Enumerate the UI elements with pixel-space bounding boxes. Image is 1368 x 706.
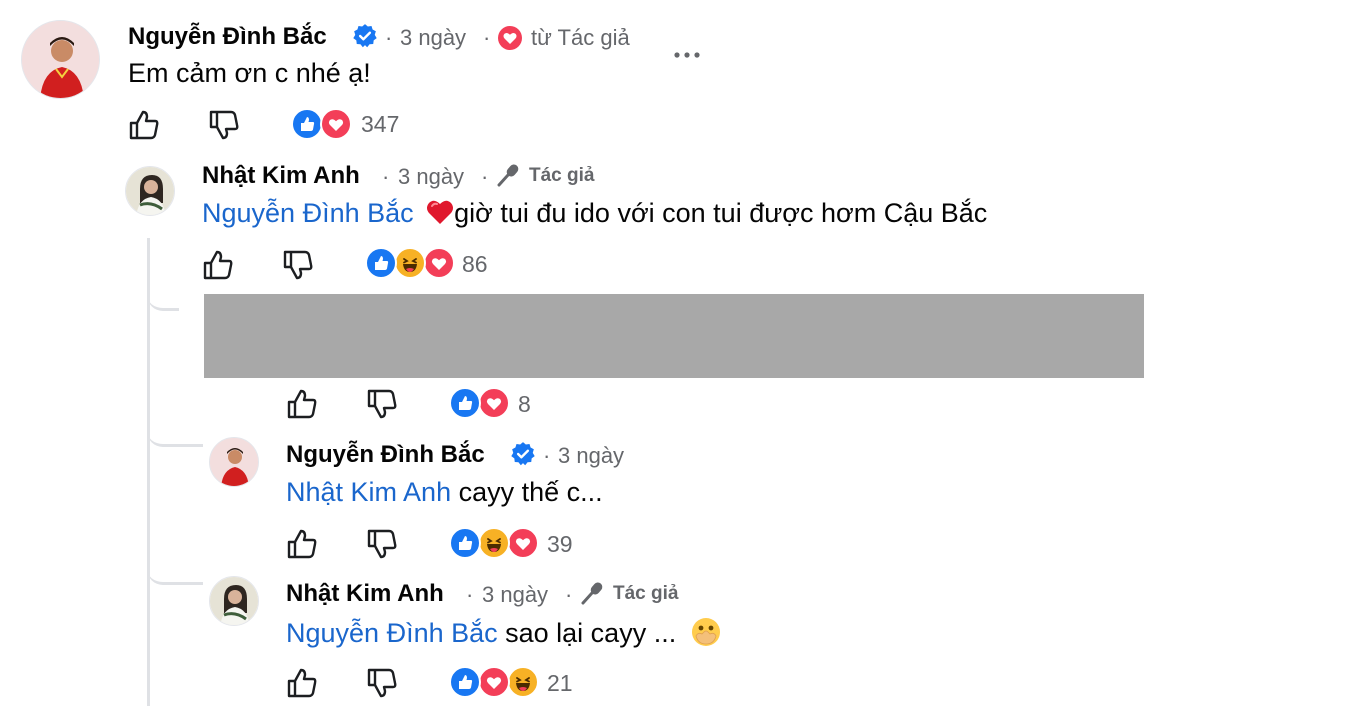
comment-time[interactable]: 3 ngày <box>400 25 466 51</box>
avatar[interactable] <box>209 576 259 626</box>
avatar[interactable] <box>209 437 259 487</box>
thumbs-up-icon[interactable] <box>285 666 319 700</box>
thumbs-up-icon[interactable] <box>285 387 319 421</box>
haha-reaction-icon <box>394 247 426 279</box>
separator: · <box>385 25 393 50</box>
verified-badge-icon <box>511 442 535 466</box>
like-reaction-icon <box>449 527 481 559</box>
like-reaction-icon <box>291 108 323 140</box>
verified-badge-icon <box>353 24 377 48</box>
more-options-icon[interactable] <box>672 48 702 62</box>
thumbs-down-icon[interactable] <box>207 108 241 142</box>
avatar[interactable] <box>125 166 175 216</box>
love-reaction-icon <box>478 666 510 698</box>
comment-body: giờ tui đu ido với con tui được hơm Cậu … <box>454 198 988 228</box>
comment-time[interactable]: 3 ngày <box>482 582 548 608</box>
separator: · <box>483 25 491 50</box>
comment-text: Nguyễn Đình Bắc sao lại cayy ... <box>286 616 722 649</box>
thread-line <box>147 238 150 706</box>
comment-author[interactable]: Nhật Kim Anh <box>286 580 444 608</box>
face-with-open-eyes-and-hand-over-mouth-icon <box>691 618 720 646</box>
thumbs-up-icon[interactable] <box>127 108 161 142</box>
thumbs-down-icon[interactable] <box>281 248 315 282</box>
comment-time[interactable]: 3 ngày <box>398 164 464 190</box>
thread-branch <box>147 558 203 585</box>
haha-reaction-icon <box>507 666 539 698</box>
love-reaction-icon <box>478 387 510 419</box>
comment-body: sao lại cayy ... <box>497 618 677 648</box>
comment-body: cayy thế c... <box>451 477 603 507</box>
reaction-count[interactable]: 8 <box>518 391 531 418</box>
haha-reaction-icon <box>478 527 510 559</box>
separator: · <box>543 443 551 468</box>
thread-branch <box>147 280 179 311</box>
comment-time[interactable]: 3 ngày <box>558 443 624 469</box>
comment-author[interactable]: Nguyễn Đình Bắc <box>286 441 485 469</box>
thumbs-down-icon[interactable] <box>365 527 399 561</box>
like-reaction-icon <box>449 387 481 419</box>
comment-author[interactable]: Nhật Kim Anh <box>202 162 360 190</box>
like-reaction-icon <box>365 247 397 279</box>
love-reaction-icon <box>507 527 539 559</box>
mention-link[interactable]: Nguyễn Đình Bắc <box>286 618 498 648</box>
thumbs-up-icon[interactable] <box>285 527 319 561</box>
red-heart-icon <box>427 200 454 224</box>
loved-by-author: từ Tác giả <box>531 25 630 50</box>
love-reaction-icon <box>320 108 352 140</box>
thread-branch <box>147 418 203 447</box>
like-reaction-icon <box>449 666 481 698</box>
reaction-count[interactable]: 86 <box>462 251 488 278</box>
reaction-count[interactable]: 347 <box>361 111 399 138</box>
love-reaction-icon <box>423 247 455 279</box>
comment-text: Nhật Kim Anh cayy thế c... <box>286 477 603 508</box>
author-heart-icon <box>498 26 522 50</box>
separator: · <box>466 582 474 607</box>
thumbs-up-icon[interactable] <box>201 248 235 282</box>
thumbs-down-icon[interactable] <box>365 666 399 700</box>
reaction-count[interactable]: 39 <box>547 531 573 558</box>
thumbs-down-icon[interactable] <box>365 387 399 421</box>
redacted-comment <box>204 294 1144 378</box>
separator: · <box>382 164 390 189</box>
separator: · <box>565 582 573 607</box>
comment-author[interactable]: Nguyễn Đình Bắc <box>128 23 327 51</box>
reaction-count[interactable]: 21 <box>547 670 573 697</box>
microphone-icon <box>497 164 519 187</box>
author-badge: Tác giả <box>613 583 679 604</box>
comment-text: Em cảm ơn c nhé ạ! <box>128 58 371 88</box>
avatar[interactable] <box>21 20 100 99</box>
mention-link[interactable]: Nguyễn Đình Bắc <box>202 198 414 228</box>
mention-link[interactable]: Nhật Kim Anh <box>286 477 451 507</box>
separator: · <box>481 164 489 189</box>
comment-text: Nguyễn Đình Bắc giờ tui đu ido với con t… <box>202 198 987 229</box>
microphone-icon <box>581 582 603 605</box>
author-badge: Tác giả <box>529 165 595 186</box>
